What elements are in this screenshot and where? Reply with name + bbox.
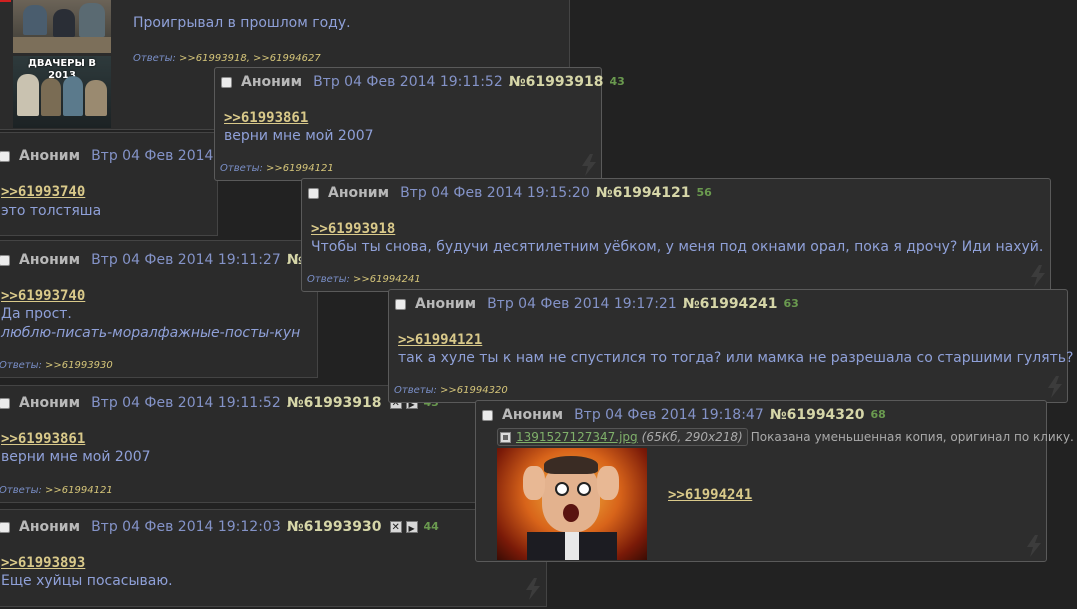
post-count: 68 bbox=[870, 408, 886, 421]
poster-name: Аноним bbox=[415, 296, 477, 312]
post-text: верни мне мой 2007 bbox=[224, 128, 374, 144]
post-date: Втр 04 Фев 2014 19:11:52 bbox=[313, 74, 503, 90]
post-4: Аноним Втр 04 Фев 2014 19:12:03 №6199393… bbox=[0, 509, 547, 607]
preview-popup-4: Аноним Втр 04 Фев 2014 19:18:47 №6199432… bbox=[475, 400, 1074, 562]
quote-link[interactable]: >>61993861 bbox=[1, 431, 85, 447]
replies-links[interactable]: >>61994320 bbox=[440, 385, 508, 396]
post-select-checkbox[interactable] bbox=[0, 254, 10, 266]
post-count: 63 bbox=[783, 297, 799, 310]
post-date: Втр 04 Фев 2014 19:18:47 bbox=[574, 407, 764, 423]
post-select-checkbox[interactable] bbox=[0, 150, 10, 162]
post-count: 56 bbox=[696, 186, 712, 199]
replies-label: Ответы: bbox=[220, 163, 263, 174]
post-count: 43 bbox=[609, 75, 625, 88]
poster-name: Аноним bbox=[19, 148, 81, 164]
post-text: Еще хуйцы посасываю. bbox=[1, 573, 173, 589]
op-body-text: Проигрывал в прошлом году. bbox=[133, 15, 351, 31]
post-replies: Ответы: >>61994121 bbox=[0, 485, 113, 496]
replies-label: Ответы: bbox=[0, 360, 42, 371]
replies-label: Ответы: bbox=[133, 53, 176, 64]
post-number[interactable]: №61994320 bbox=[770, 407, 865, 423]
file-info: 1391527127347.jpg (65Кб, 290x218) Показа… bbox=[497, 428, 1074, 446]
replies-links[interactable]: >>61994241 bbox=[353, 274, 421, 285]
file-icon bbox=[500, 431, 511, 443]
lightning-icon[interactable] bbox=[579, 154, 599, 176]
post-replies: Ответы: >>61994320 bbox=[394, 385, 508, 396]
replies-label: Ответы: bbox=[0, 485, 42, 496]
post-select-checkbox[interactable] bbox=[482, 409, 493, 421]
post-date: Втр 04 Фев 2014 19:11:27 bbox=[91, 252, 281, 268]
post-replies: Ответы: >>61993930 bbox=[0, 360, 113, 371]
post-1: Аноним Втр 04 Фев 2014 1 >>61993740 это … bbox=[0, 132, 227, 236]
file-info-box: 1391527127347.jpg (65Кб, 290x218) bbox=[497, 428, 748, 446]
post-text: так а хуле ты к нам не спустился то тогд… bbox=[398, 350, 1074, 366]
post-date: Втр 04 Фев 2014 19:17:21 bbox=[487, 296, 677, 312]
post-text: верни мне мой 2007 bbox=[1, 449, 151, 465]
poster-name: Аноним bbox=[19, 252, 81, 268]
poster-name: Аноним bbox=[328, 185, 390, 201]
replies-label: Ответы: bbox=[394, 385, 437, 396]
op-thumbnail-bottom[interactable]: ДВАЧЕРЫ В 2013 bbox=[13, 56, 111, 128]
file-name-link[interactable]: 1391527127347.jpg bbox=[516, 429, 638, 445]
play-icon[interactable] bbox=[405, 521, 418, 537]
replies-links[interactable]: >>61993918, >>61994627 bbox=[179, 53, 321, 64]
quote-link[interactable]: >>61994121 bbox=[398, 332, 482, 348]
post-select-checkbox[interactable] bbox=[221, 76, 232, 88]
post-date: Втр 04 Фев 2014 19:11:52 bbox=[91, 395, 281, 411]
post-2: Аноним Втр 04 Фев 2014 19:11:27 №61 >>61… bbox=[0, 240, 323, 378]
op-replies: Ответы: >>61993918, >>61994627 bbox=[133, 53, 321, 64]
post-number[interactable]: №61993918 bbox=[509, 74, 604, 90]
replies-links[interactable]: >>61994121 bbox=[266, 163, 334, 174]
post-text: Да прост. bbox=[1, 306, 72, 322]
file-note: Показана уменьшенная копия, оригинал по … bbox=[750, 430, 1074, 444]
unread-marker bbox=[0, 0, 11, 2]
quote-link[interactable]: >>61993893 bbox=[1, 555, 85, 571]
file-meta: (65Кб, 290x218) bbox=[641, 430, 743, 444]
poster-name: Аноним bbox=[19, 395, 81, 411]
post-number[interactable]: №61993918 bbox=[287, 395, 382, 411]
post-select-checkbox[interactable] bbox=[0, 521, 10, 533]
post-replies: Ответы: >>61994121 bbox=[220, 163, 334, 174]
quote-link[interactable]: >>61993918 bbox=[311, 221, 395, 237]
poster-name: Аноним bbox=[19, 519, 81, 535]
post-date: Втр 04 Фев 2014 19:12:03 bbox=[91, 519, 281, 535]
post-number[interactable]: №61994241 bbox=[683, 296, 778, 312]
poster-name: Аноним bbox=[241, 74, 303, 90]
op-thumbnail-top[interactable] bbox=[13, 0, 111, 53]
post-replies: Ответы: >>61994241 bbox=[307, 274, 421, 285]
lightning-icon[interactable] bbox=[523, 578, 543, 600]
lightning-icon[interactable] bbox=[1024, 535, 1044, 557]
quote-link[interactable]: >>61993740 bbox=[1, 184, 85, 200]
lightning-icon[interactable] bbox=[1045, 376, 1065, 398]
post-text: Чтобы ты снова, будучи десятилетним уёбк… bbox=[311, 239, 1044, 255]
post-text-italic: люблю-писать-моралфажные-посты-кун bbox=[1, 325, 301, 341]
replies-label: Ответы: bbox=[307, 274, 350, 285]
post-number[interactable]: №61994121 bbox=[596, 185, 691, 201]
post-count: 44 bbox=[423, 520, 439, 533]
preview-popup-3: Аноним Втр 04 Фев 2014 19:17:21 №6199424… bbox=[388, 289, 1073, 403]
post-select-checkbox[interactable] bbox=[308, 187, 319, 199]
lightning-icon[interactable] bbox=[1028, 265, 1048, 287]
post-select-checkbox[interactable] bbox=[395, 298, 406, 310]
quote-link[interactable]: >>61993861 bbox=[224, 110, 308, 126]
replies-links[interactable]: >>61994121 bbox=[45, 485, 113, 496]
post-select-checkbox[interactable] bbox=[0, 397, 10, 409]
preview-popup-1: Аноним Втр 04 Фев 2014 19:11:52 №6199391… bbox=[214, 67, 625, 181]
hide-x-icon[interactable] bbox=[389, 520, 402, 536]
replies-links[interactable]: >>61993930 bbox=[45, 360, 113, 371]
post-number[interactable]: №61993930 bbox=[287, 519, 382, 535]
preview-popup-2: Аноним Втр 04 Фев 2014 19:15:20 №6199412… bbox=[301, 178, 1051, 292]
poster-name: Аноним bbox=[502, 407, 564, 423]
quote-link[interactable]: >>61993740 bbox=[1, 288, 85, 304]
post-date: Втр 04 Фев 2014 19:15:20 bbox=[400, 185, 590, 201]
quote-link[interactable]: >>61994241 bbox=[668, 487, 752, 503]
post-text: это толстяша bbox=[1, 203, 102, 219]
post-date: Втр 04 Фев 2014 1 bbox=[91, 148, 227, 164]
post-image-thumbnail[interactable] bbox=[497, 448, 647, 560]
